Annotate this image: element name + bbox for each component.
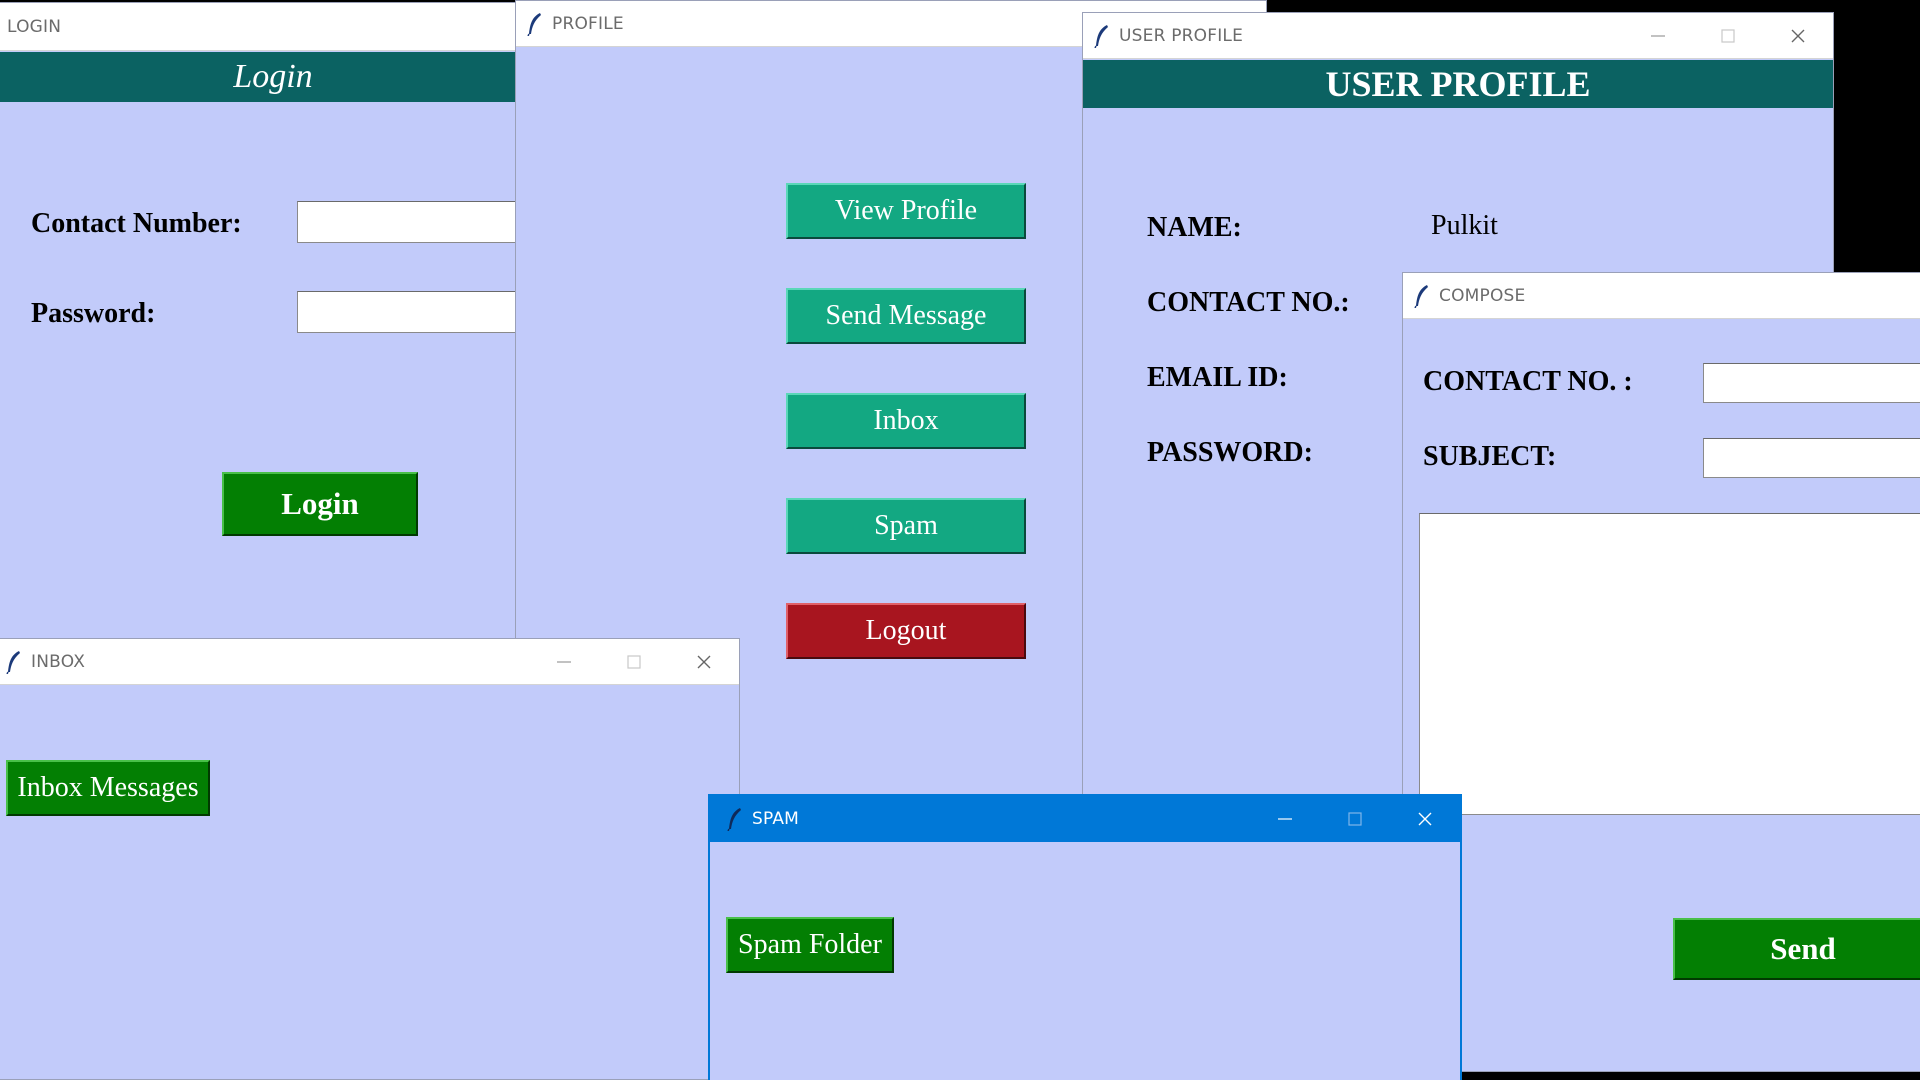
minimize-icon[interactable] — [1623, 13, 1693, 59]
view-profile-label: View Profile — [834, 195, 978, 226]
inbox-window-title: INBOX — [31, 651, 86, 672]
inbox-messages-button[interactable]: Inbox Messages — [6, 760, 210, 816]
minimize-icon[interactable] — [529, 639, 599, 685]
spam-label: Spam — [874, 510, 938, 541]
maximize-icon[interactable] — [599, 639, 669, 685]
contact-number-input[interactable] — [297, 201, 537, 243]
logout-label: Logout — [865, 615, 947, 646]
login-window: LOGIN Login Contact Number: Password: Lo… — [0, 2, 538, 702]
login-banner: Login — [0, 52, 537, 102]
compose-window: COMPOSE CONTACT NO. : SUBJECT: Send — [1402, 272, 1920, 1072]
login-titlebar[interactable]: LOGIN — [0, 3, 537, 51]
spam-window: SPAM Spam Folder — [708, 794, 1462, 1080]
maximize-icon[interactable] — [1693, 13, 1763, 59]
spam-titlebar[interactable]: SPAM — [710, 796, 1460, 842]
spam-window-title: SPAM — [752, 809, 800, 829]
login-window-title: LOGIN — [7, 16, 62, 37]
spam-button[interactable]: Spam — [786, 498, 1026, 554]
user-profile-window-title: USER PROFILE — [1119, 25, 1244, 46]
send-button-label: Send — [1770, 931, 1836, 966]
send-message-button[interactable]: Send Message — [786, 288, 1026, 344]
email-id-label: EMAIL ID: — [1147, 362, 1288, 393]
user-profile-banner-title: USER PROFILE — [1325, 64, 1591, 104]
view-profile-button[interactable]: View Profile — [786, 183, 1026, 239]
window-controls — [529, 639, 739, 685]
close-icon[interactable] — [669, 639, 739, 685]
inbox-window: INBOX Inbox Messages — [0, 638, 740, 1080]
subject-input[interactable] — [1703, 438, 1920, 478]
feather-icon — [526, 12, 544, 36]
inbox-titlebar[interactable]: INBOX — [0, 639, 739, 685]
contact-no-label: CONTACT NO.: — [1147, 287, 1350, 318]
contact-number-label: Contact Number: — [31, 208, 242, 239]
spam-folder-button[interactable]: Spam Folder — [726, 917, 894, 973]
feather-icon — [1093, 24, 1111, 48]
window-controls — [1623, 13, 1833, 59]
logout-button[interactable]: Logout — [786, 603, 1026, 659]
maximize-icon[interactable] — [1320, 796, 1390, 842]
profile-window-title: PROFILE — [552, 13, 624, 34]
login-button-label: Login — [281, 486, 359, 521]
feather-icon — [726, 807, 744, 832]
name-label: NAME: — [1147, 212, 1242, 243]
user-profile-titlebar[interactable]: USER PROFILE — [1083, 13, 1833, 59]
password-input[interactable] — [297, 291, 537, 333]
feather-icon — [1413, 284, 1431, 308]
inbox-label: Inbox — [873, 405, 939, 436]
close-icon[interactable] — [1390, 796, 1460, 842]
message-body-textarea[interactable] — [1419, 513, 1920, 815]
compose-contact-input[interactable] — [1703, 363, 1920, 403]
compose-titlebar[interactable]: COMPOSE — [1403, 273, 1920, 319]
login-banner-title: Login — [233, 58, 313, 95]
minimize-icon[interactable] — [1250, 796, 1320, 842]
inbox-button[interactable]: Inbox — [786, 393, 1026, 449]
spam-folder-label: Spam Folder — [738, 929, 882, 960]
send-button[interactable]: Send — [1673, 918, 1920, 980]
password-label: Password: — [31, 298, 156, 329]
close-icon[interactable] — [1763, 13, 1833, 59]
inbox-messages-label: Inbox Messages — [17, 772, 199, 803]
login-button[interactable]: Login — [222, 472, 418, 536]
compose-contact-label: CONTACT NO. : — [1423, 366, 1633, 397]
feather-icon — [5, 650, 23, 674]
compose-window-title: COMPOSE — [1439, 285, 1526, 306]
name-value: Pulkit — [1431, 210, 1498, 241]
password-label: PASSWORD: — [1147, 437, 1313, 468]
send-message-label: Send Message — [825, 300, 987, 331]
subject-label: SUBJECT: — [1423, 441, 1557, 472]
window-controls — [1250, 796, 1460, 842]
user-profile-banner: USER PROFILE — [1083, 60, 1833, 108]
